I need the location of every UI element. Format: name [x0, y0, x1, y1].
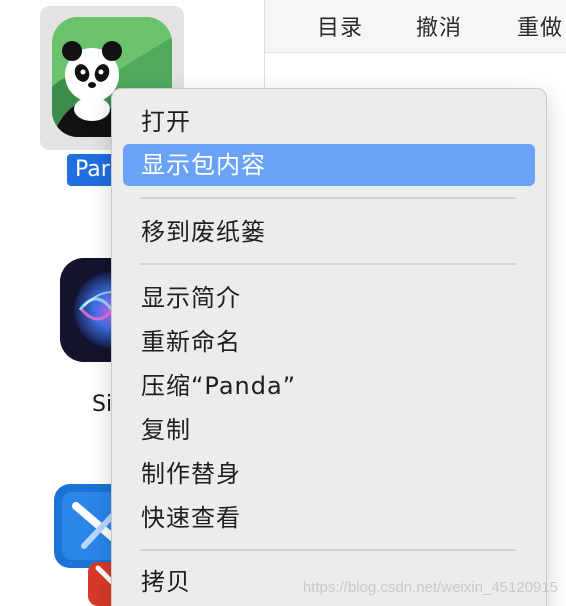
menu-item-label: 复制: [141, 416, 191, 444]
menu-separator: [140, 263, 516, 265]
directory-button[interactable]: 目录: [317, 10, 363, 42]
menu-item-duplicate[interactable]: 复制: [123, 409, 535, 451]
menu-item-rename[interactable]: 重新命名: [123, 321, 535, 363]
menu-separator: [140, 197, 516, 199]
menu-item-label: 压缩“Panda”: [141, 372, 297, 400]
menu-item-label: 显示简介: [141, 284, 241, 312]
menu-item-label: 重新命名: [141, 328, 241, 356]
toolbar: 目录 撤消 重做: [265, 0, 566, 53]
watermark: https://blog.csdn.net/weixin_45120915: [302, 579, 558, 596]
menu-item-compress[interactable]: 压缩“Panda”: [123, 365, 535, 407]
menu-item-show-package-contents[interactable]: 显示包内容: [123, 144, 535, 186]
menu-item-label: 显示包内容: [141, 151, 266, 179]
menu-item-move-to-trash[interactable]: 移到废纸篓: [123, 211, 535, 253]
menu-item-label: 拷贝: [141, 568, 191, 596]
menu-item-label: 快速查看: [141, 504, 241, 532]
menu-separator: [140, 549, 516, 551]
menu-item-quick-look[interactable]: 快速查看: [123, 497, 535, 539]
menu-item-label: 移到废纸篓: [141, 218, 266, 246]
siri-app-label[interactable]: Si: [92, 392, 112, 417]
context-menu: 打开 显示包内容 移到废纸篓 显示简介 重新命名 压缩“Panda” 复制 制作…: [111, 88, 547, 606]
redo-button[interactable]: 重做: [517, 10, 563, 42]
menu-item-open[interactable]: 打开: [123, 101, 535, 143]
menu-item-label: 制作替身: [141, 460, 241, 488]
menu-item-get-info[interactable]: 显示简介: [123, 277, 535, 319]
finder-window: Par Si 目录 撤消 重做 打开 显示包内容 移到废纸篓 显示简介 重新命名…: [0, 0, 566, 606]
menu-item-make-alias[interactable]: 制作替身: [123, 453, 535, 495]
undo-button[interactable]: 撤消: [416, 10, 462, 42]
menu-item-label: 打开: [141, 108, 191, 136]
